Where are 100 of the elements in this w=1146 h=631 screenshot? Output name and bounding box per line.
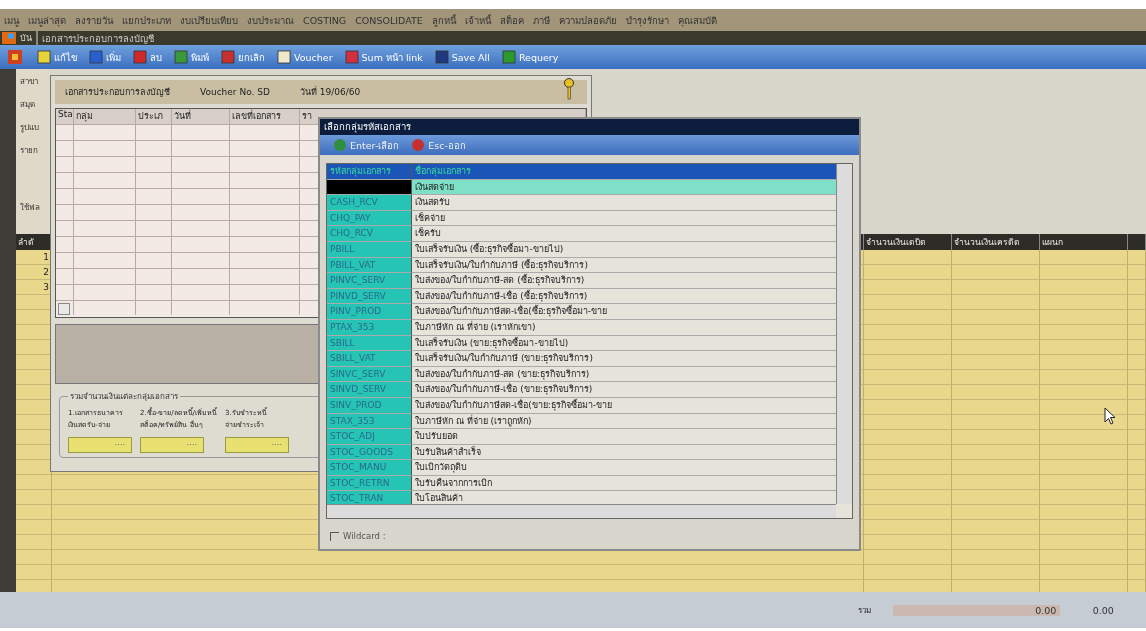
list-row[interactable]: SBILL_VAT ใบเสร็จรับเงิน/ใบกำกับภาษี (ขาย:ธุรกิจบริการ): [327, 351, 836, 367]
square-icon: [37, 50, 51, 64]
column-header: เลขที่เอกสาร: [230, 109, 300, 125]
app-icon[interactable]: [8, 50, 22, 64]
menu-item[interactable]: งบเปรียบเทียบ: [180, 12, 238, 28]
list-row[interactable]: SINV_PROD ใบส่งของ/ใบกำกับภาษีสด-เชื่อ(ขาย:ธุรกิจซื้อมา-ขาย: [327, 397, 836, 414]
menu-item[interactable]: ลูกหนี้: [431, 12, 456, 28]
toolbar-button[interactable]: เพิ่ม: [84, 47, 126, 67]
list-row[interactable]: CASH_RCV เงินสดรับ: [327, 195, 836, 211]
name-cell: เช็คจ่าย: [411, 210, 836, 227]
name-cell: ใบส่งของ/ใบกำกับภาษี-สด (ซื้อ:ธุรกิจบริการ): [411, 273, 836, 289]
square-icon: [221, 50, 235, 64]
code-cell: PINVC_SERV: [327, 273, 411, 289]
menu-item[interactable]: สต็อค: [499, 12, 524, 28]
list-row[interactable]: SINVD_SERV ใบส่งของ/ใบกำกับภาษี-เชื่อ (ขาย:ธุรกิจบริการ): [327, 382, 836, 398]
list-row[interactable]: SINVC_SERV ใบส่งของ/ใบกำกับภาษี-สด (ขาย:ธุรกิจบริการ): [327, 366, 836, 383]
menu-item[interactable]: คุณสมบัติ: [677, 12, 717, 28]
toolbar-button[interactable]: Save All: [429, 48, 495, 66]
menu-item[interactable]: แยกประเภท: [122, 12, 171, 28]
menu-item[interactable]: เจ้าหนี้: [464, 12, 491, 28]
list-row[interactable]: STOC_ADJ ใบปรับยอด: [327, 429, 836, 445]
column-header: ประเภ: [136, 109, 172, 125]
amount-field[interactable]: ....: [68, 437, 132, 453]
list-row[interactable]: PBILL_VAT ใบเสร็จรับเงิน/ใบกำกับภาษี (ซื้อ:ธุรกิจบริการ): [327, 257, 836, 274]
list-row[interactable]: STOC_RETRN ใบรับคืนจากการเบิก: [327, 475, 836, 492]
vertical-scrollbar[interactable]: [836, 164, 852, 504]
column-header: Sta: [56, 109, 74, 125]
square-icon: [133, 50, 147, 64]
toolbar-button[interactable]: แก้ไข: [32, 47, 82, 67]
menu-item[interactable]: เมนูล่าสุด: [28, 12, 66, 28]
total-label: รวม: [858, 604, 872, 617]
column-header: ชื่อกลุ่มเอกสาร: [411, 164, 836, 180]
list-row[interactable]: STAX_353 ใบภาษีหัก ณ ที่จ่าย (เราถูกหัก): [327, 413, 836, 430]
menu-item[interactable]: งบประมาณ: [247, 12, 294, 28]
field-label: สาขา: [20, 76, 39, 88]
code-cell: STOC_ADJ: [327, 429, 411, 445]
toolbar-button[interactable]: Voucher: [272, 48, 338, 66]
name-cell: ใบรับสินค้าสำเร็จ: [411, 444, 836, 461]
list-row[interactable]: PBILL ใบเสร็จรับเงิน (ซื้อ:ธุรกิจซื้อมา-ขายไป): [327, 241, 836, 258]
list-row[interactable]: PINV_PROD ใบส่งของ/ใบกำกับภาษีสด-เชื่อ(ซื้อ:ธุรกิจซื้อมา-ขาย: [327, 304, 836, 320]
name-cell: เช็ครับ: [411, 226, 836, 242]
menu-item[interactable]: CONSOLIDATE: [355, 14, 423, 26]
square-icon: [174, 50, 188, 64]
menu-item[interactable]: เมนู: [4, 12, 19, 28]
name-cell: ใบเสร็จรับเงิน (ซื้อ:ธุรกิจซื้อมา-ขายไป): [411, 241, 836, 258]
window-title: เอกสารประกอบการลงบัญชี: [42, 31, 154, 46]
name-cell: ใบเสร็จรับเงิน/ใบกำกับภาษี (ซื้อ:ธุรกิจบริการ): [411, 257, 836, 274]
amount-field[interactable]: ....: [224, 437, 289, 453]
square-icon: [277, 50, 291, 64]
toolbar-button[interactable]: Requery: [496, 48, 564, 66]
toolbar-button[interactable]: พิมพ์: [169, 47, 214, 67]
total-value: 0.00: [893, 604, 1061, 616]
list-row[interactable]: CHQ_RCV เช็ครับ: [327, 226, 836, 242]
name-cell: ใบส่งของ/ใบกำกับภาษีสด-เชื่อ(ขาย:ธุรกิจซื้อมา-ขาย: [411, 397, 836, 414]
field-label: รายก: [20, 145, 39, 157]
toolbar-button[interactable]: Sum หน้า link: [339, 47, 428, 67]
row-number: 2: [43, 266, 50, 279]
checkbox[interactable]: [330, 531, 339, 541]
voucher-number: Voucher No. SD: [200, 87, 270, 97]
dialog-button[interactable]: Enter-เลือก: [330, 136, 403, 154]
row-number: 3: [43, 281, 50, 294]
name-cell: ใบภาษีหัก ณ ที่จ่าย (เราหักเขา): [411, 319, 836, 336]
amount-field[interactable]: ....: [140, 437, 204, 453]
menu-item[interactable]: ภาษี: [532, 12, 550, 28]
name-cell: ใบส่งของ/ใบกำกับภาษี-เชื่อ (ซื้อ:ธุรกิจบริการ): [411, 288, 836, 305]
square-icon: [89, 50, 103, 64]
list-row[interactable]: STOC_MANU ใบเบิกวัตถุดิบ: [327, 460, 836, 476]
list-row[interactable]: SBILL ใบเสร็จรับเงิน (ขาย:ธุรกิจซื้อมา-ขายไป): [327, 335, 836, 352]
list-row[interactable]: CHQ_PAY เช็คจ่าย: [327, 210, 836, 227]
column-header: วันที่: [172, 109, 230, 125]
toolbar-button[interactable]: ยกเลิก: [216, 47, 270, 67]
column-header: กลุ่ม: [74, 109, 136, 125]
list-row[interactable]: PINVC_SERV ใบส่งของ/ใบกำกับภาษี-สด (ซื้อ:ธุรกิจบริการ): [327, 273, 836, 289]
list-row[interactable]: PINVD_SERV ใบส่งของ/ใบกำกับภาษี-เชื่อ (ซื้อ:ธุรกิจบริการ): [327, 288, 836, 305]
field-label: สมุด: [20, 99, 36, 111]
list-row[interactable]: PTAX_353 ใบภาษีหัก ณ ที่จ่าย (เราหักเขา): [327, 319, 836, 336]
panel-title: เอกสารประกอบการลงบัญชี: [65, 86, 170, 99]
group-title: รวมจำนวนเงินแต่ละกลุ่มเอกสาร: [69, 391, 179, 403]
square-icon: [501, 50, 516, 64]
dialog-button[interactable]: Esc-ออก: [408, 136, 469, 154]
square-icon: [434, 50, 449, 64]
total-value: 0.00: [1091, 604, 1115, 616]
menu-item[interactable]: ความปลอดภัย: [558, 12, 617, 28]
code-cell: SINVD_SERV: [327, 382, 411, 398]
circle-icon: [411, 138, 426, 152]
code-cell: CASH_RCV: [327, 195, 411, 211]
name-cell: ใบรับคืนจากการเบิก: [411, 475, 836, 492]
code-cell: PINV_PROD: [327, 304, 411, 320]
menu-item[interactable]: ลงรายวัน: [75, 12, 113, 28]
name-cell: ใบภาษีหัก ณ ที่จ่าย (เราถูกหัก): [411, 413, 836, 430]
name-cell: ใบเบิกวัตถุดิบ: [411, 460, 836, 476]
toolbar-button[interactable]: ลบ: [128, 47, 167, 67]
date-label: วันที่ 19/06/60: [299, 85, 361, 99]
row-number: 1: [43, 251, 50, 264]
menu-item[interactable]: บำรุงรักษา: [625, 12, 669, 28]
code-cell: CHQ_RCV: [327, 226, 411, 242]
menu-item[interactable]: COSTING: [303, 14, 347, 26]
name-cell: ใบเสร็จรับเงิน/ใบกำกับภาษี (ขาย:ธุรกิจบริการ): [411, 351, 836, 367]
list-row[interactable]: STOC_GOODS ใบรับสินค้าสำเร็จ: [327, 444, 836, 461]
name-cell: ใบส่งของ/ใบกำกับภาษี-เชื่อ (ขาย:ธุรกิจบริการ): [411, 382, 836, 398]
